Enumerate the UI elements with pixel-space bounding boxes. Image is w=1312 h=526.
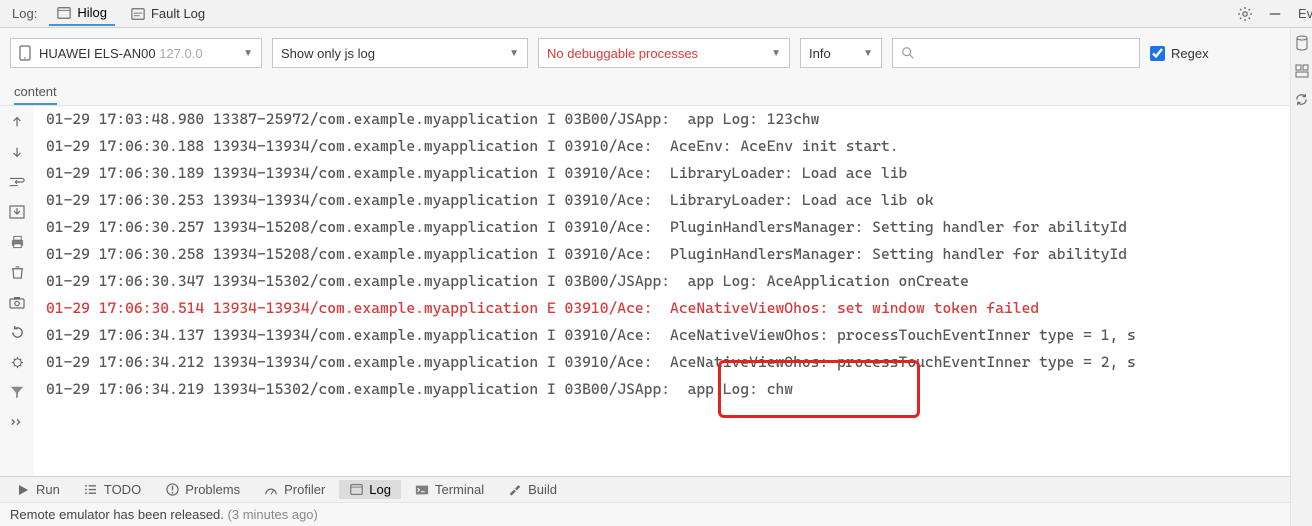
log-toolbar: HUAWEI ELS-AN00 127.0.0 ▼ Show only js l… bbox=[0, 28, 1312, 78]
bottom-tab-log[interactable]: Log bbox=[339, 480, 401, 499]
device-name: HUAWEI ELS-AN00 bbox=[39, 46, 156, 61]
clear-button[interactable] bbox=[7, 262, 27, 282]
chevron-down-icon: ▼ bbox=[771, 48, 781, 59]
log-type-filter[interactable]: Show only js log ▼ bbox=[272, 38, 528, 68]
terminal-icon bbox=[415, 483, 429, 497]
calendar-icon bbox=[57, 6, 71, 20]
wrap-icon bbox=[9, 175, 25, 189]
fault-icon bbox=[131, 7, 145, 21]
log-viewport[interactable]: 01-29 17:03:48.980 13387-25972/com.examp… bbox=[34, 106, 1312, 476]
bottom-tab-terminal[interactable]: Terminal bbox=[405, 480, 494, 499]
log-line: 01-29 17:06:30.347 13934-15302/com.examp… bbox=[46, 272, 969, 290]
log-line: 01-29 17:03:48.980 13387-25972/com.examp… bbox=[46, 110, 819, 128]
log-line: 01-29 17:06:34.212 13934-13934/com.examp… bbox=[46, 353, 1136, 371]
log-line: 01-29 17:06:34.137 13934-13934/com.examp… bbox=[46, 326, 1136, 344]
restart-icon bbox=[10, 325, 25, 340]
status-message: Remote emulator has been released. bbox=[10, 507, 224, 522]
phone-icon bbox=[19, 45, 31, 61]
process-selector[interactable]: No debuggable processes ▼ bbox=[538, 38, 790, 68]
log-line: 01-29 17:06:30.257 13934-15208/com.examp… bbox=[46, 218, 1127, 236]
log-line: 01-29 17:06:34.219 13934-15302/com.examp… bbox=[46, 380, 793, 398]
highlight-box bbox=[718, 360, 920, 418]
tab-hilog[interactable]: Hilog bbox=[49, 1, 115, 26]
log-line: 01-29 17:06:30.258 13934-15208/com.examp… bbox=[46, 245, 1127, 263]
trash-icon bbox=[11, 265, 24, 280]
gauge-icon bbox=[264, 483, 278, 497]
print-button[interactable] bbox=[7, 232, 27, 252]
camera-icon bbox=[9, 296, 25, 309]
list-icon bbox=[84, 483, 98, 497]
play-icon bbox=[16, 483, 30, 497]
bottom-tab-bar: Run TODO Problems Profiler Log Terminal … bbox=[0, 476, 1312, 502]
filter-selected: Show only js log bbox=[281, 46, 375, 61]
screenshot-button[interactable] bbox=[7, 292, 27, 312]
filter-button[interactable] bbox=[7, 382, 27, 402]
calendar-icon bbox=[349, 483, 363, 497]
log-level-selector[interactable]: Info ▼ bbox=[800, 38, 882, 68]
scroll-end-icon bbox=[9, 205, 25, 219]
regex-toggle[interactable]: Regex bbox=[1150, 46, 1209, 61]
process-selected: No debuggable processes bbox=[547, 46, 698, 61]
status-time: (3 minutes ago) bbox=[228, 507, 318, 522]
hammer-icon bbox=[508, 483, 522, 497]
scroll-to-end-button[interactable] bbox=[7, 202, 27, 222]
previous-button[interactable] bbox=[7, 112, 27, 132]
subtab-content[interactable]: content bbox=[14, 80, 57, 105]
regex-label: Regex bbox=[1171, 46, 1209, 61]
level-selected: Info bbox=[809, 46, 831, 61]
bottom-tab-run[interactable]: Run bbox=[6, 480, 70, 499]
database-icon bbox=[1295, 35, 1309, 51]
settings-button[interactable] bbox=[1234, 3, 1256, 25]
log-header-row: Log: Hilog Fault Log Ev bbox=[0, 0, 1312, 28]
filter-icon bbox=[10, 385, 24, 399]
regex-checkbox[interactable] bbox=[1150, 46, 1165, 61]
search-input[interactable] bbox=[921, 46, 1131, 61]
magnifier-icon bbox=[901, 46, 915, 60]
chevron-down-icon: ▼ bbox=[243, 48, 253, 59]
status-bar: Remote emulator has been released. (3 mi… bbox=[0, 502, 1312, 526]
bottom-tab-todo[interactable]: TODO bbox=[74, 480, 151, 499]
warning-icon bbox=[165, 483, 179, 497]
bug-gear-icon bbox=[10, 355, 25, 370]
tab-faultlog[interactable]: Fault Log bbox=[123, 2, 213, 25]
tab-hilog-label: Hilog bbox=[77, 5, 107, 20]
log-line: 01-29 17:06:30.188 13934-13934/com.examp… bbox=[46, 137, 899, 155]
gear-icon bbox=[1237, 6, 1253, 22]
debug-settings-button[interactable] bbox=[7, 352, 27, 372]
search-field[interactable] bbox=[892, 38, 1140, 68]
sync-button[interactable] bbox=[1293, 90, 1311, 108]
minimize-icon bbox=[1268, 7, 1282, 21]
minimize-button[interactable] bbox=[1264, 3, 1286, 25]
bottom-tab-problems[interactable]: Problems bbox=[155, 480, 250, 499]
tab-faultlog-label: Fault Log bbox=[151, 6, 205, 21]
log-line: 01-29 17:06:30.514 13934-13934/com.examp… bbox=[46, 299, 1039, 317]
database-button[interactable] bbox=[1293, 34, 1311, 52]
layout-icon bbox=[1295, 64, 1309, 78]
log-content: 01-29 17:03:48.980 13387-25972/com.examp… bbox=[34, 106, 1312, 433]
more-button[interactable] bbox=[7, 412, 27, 432]
subtab-row: content bbox=[0, 78, 1312, 105]
soft-wrap-button[interactable] bbox=[7, 172, 27, 192]
arrow-down-icon bbox=[10, 145, 24, 159]
device-selector[interactable]: HUAWEI ELS-AN00 127.0.0 ▼ bbox=[10, 38, 262, 68]
bottom-tab-build[interactable]: Build bbox=[498, 480, 567, 499]
device-addr: 127.0.0 bbox=[159, 46, 202, 61]
print-icon bbox=[10, 235, 25, 249]
restart-button[interactable] bbox=[7, 322, 27, 342]
log-line: 01-29 17:06:30.189 13934-13934/com.examp… bbox=[46, 164, 907, 182]
right-dock-label: Ev bbox=[1294, 6, 1312, 21]
log-label: Log: bbox=[8, 6, 41, 21]
log-gutter bbox=[0, 106, 34, 476]
next-button[interactable] bbox=[7, 142, 27, 162]
right-dock bbox=[1290, 28, 1312, 526]
layout-button[interactable] bbox=[1293, 62, 1311, 80]
arrow-up-icon bbox=[10, 115, 24, 129]
chevrons-icon bbox=[10, 417, 24, 427]
bottom-tab-profiler[interactable]: Profiler bbox=[254, 480, 335, 499]
sync-icon bbox=[1294, 92, 1309, 107]
chevron-down-icon: ▼ bbox=[863, 48, 873, 59]
log-line: 01-29 17:06:30.253 13934-13934/com.examp… bbox=[46, 191, 934, 209]
chevron-down-icon: ▼ bbox=[509, 48, 519, 59]
